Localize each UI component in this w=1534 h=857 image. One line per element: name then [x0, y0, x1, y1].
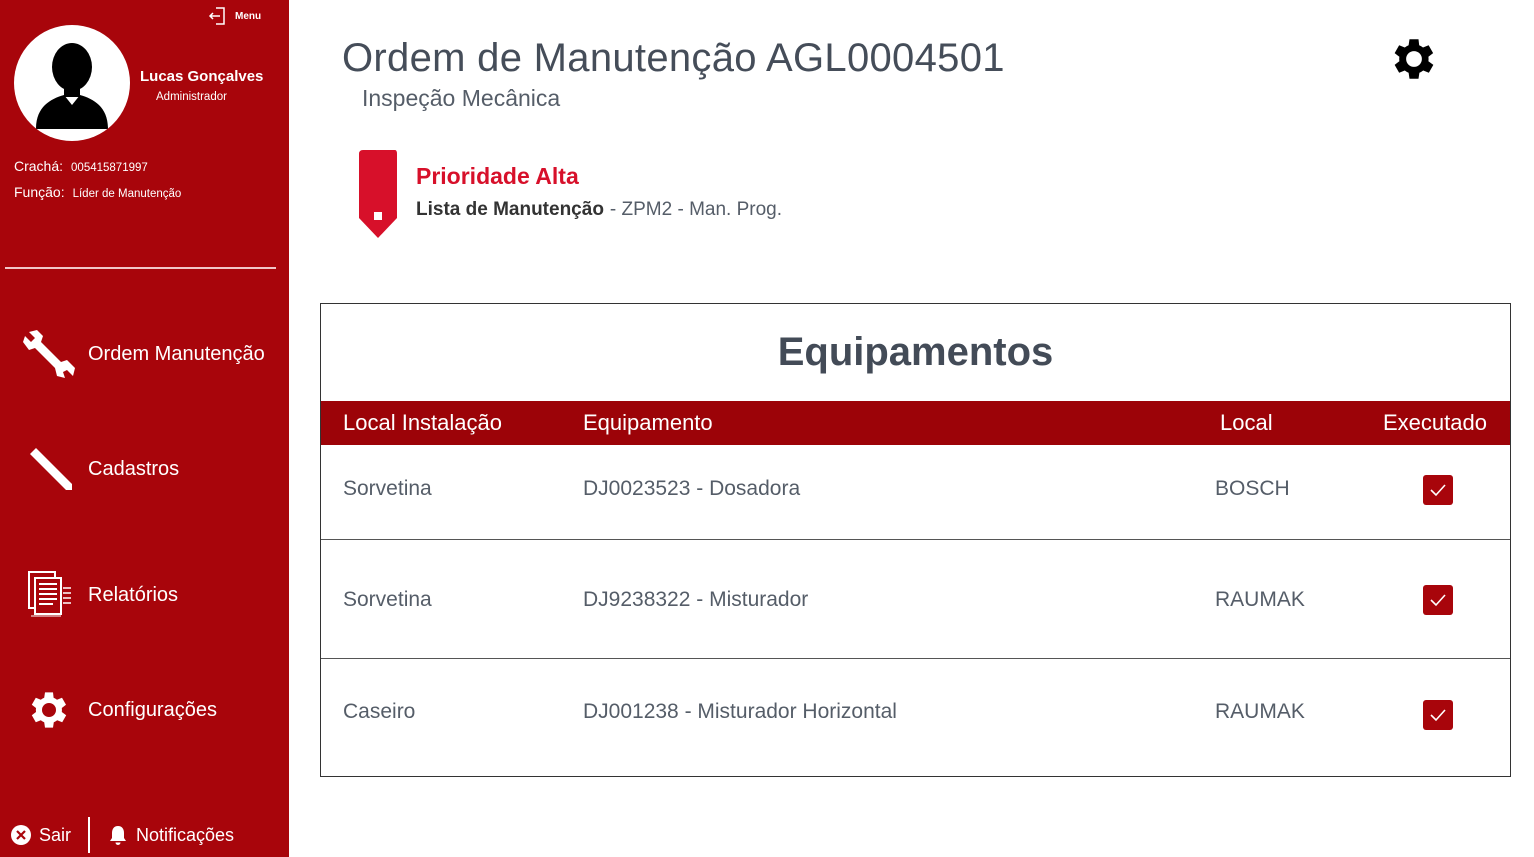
- avatar[interactable]: [14, 25, 130, 141]
- equipment-title: Equipamentos: [777, 330, 1054, 374]
- gear-icon: [18, 679, 80, 741]
- page-title: Ordem de Manutenção AGL0004501: [342, 36, 1005, 80]
- notifications-button[interactable]: Notificações: [107, 824, 234, 846]
- check-icon: [1430, 709, 1446, 722]
- close-circle-icon: [11, 825, 31, 845]
- exit-label: Sair: [39, 824, 72, 845]
- maintenance-list-label: Lista de Manutenção: [416, 199, 604, 220]
- priority-flag-icon: [359, 150, 397, 238]
- sidebar-item-label: Relatórios: [88, 583, 179, 606]
- cell-equipamento: DJ9238322 - Misturador: [583, 588, 809, 611]
- bottom-divider: [88, 817, 91, 853]
- notifications-label: Notificações: [136, 824, 235, 845]
- sidebar-item-relatorios[interactable]: Relatórios: [18, 564, 178, 626]
- table-row[interactable]: Sorvetina DJ9238322 - Misturador RAUMAK: [321, 540, 1510, 659]
- cell-local: RAUMAK: [1215, 700, 1305, 723]
- sidebar-item-label: Configurações: [88, 698, 217, 721]
- table-row[interactable]: Sorvetina DJ0023523 - Dosadora BOSCH: [321, 445, 1510, 540]
- sidebar-item-label: Cadastros: [88, 457, 180, 480]
- sidebar-item-cadastros[interactable]: Cadastros: [18, 438, 179, 500]
- equipment-card: Equipamentos Local Instalação Equipament…: [320, 303, 1511, 777]
- sidebar-bottom-bar: Sair Notificações: [0, 815, 289, 855]
- settings-gear-icon[interactable]: [1387, 32, 1441, 86]
- column-header-executado: Executado: [1383, 410, 1487, 435]
- badge-row: Crachá: 005415871997: [14, 158, 148, 174]
- function-label: Função:: [14, 184, 65, 200]
- cell-equipamento: DJ0023523 - Dosadora: [583, 477, 801, 500]
- cell-local: RAUMAK: [1215, 588, 1305, 611]
- report-icon: [18, 564, 80, 626]
- user-role: Administrador: [156, 91, 227, 103]
- sidebar-divider: [5, 267, 276, 269]
- cell-local-instalacao: Sorvetina: [343, 477, 432, 500]
- check-icon: [1430, 594, 1446, 607]
- badge-label: Crachá:: [14, 158, 64, 174]
- table-row[interactable]: Caseiro DJ001238 - Misturador Horizontal…: [321, 659, 1510, 777]
- executed-checkbox[interactable]: [1423, 585, 1453, 615]
- equipment-table-header: Local Instalação Equipamento Local Execu…: [321, 401, 1510, 445]
- sidebar-item-ordem-manutencao[interactable]: Ordem Manutenção: [18, 323, 265, 385]
- cell-local-instalacao: Caseiro: [343, 700, 416, 723]
- executed-checkbox[interactable]: [1423, 475, 1453, 505]
- bell-icon: [110, 826, 127, 845]
- sidebar-item-configuracoes[interactable]: Configurações: [18, 679, 217, 741]
- menu-label: Menu: [235, 10, 262, 22]
- pencil-icon: [18, 438, 80, 500]
- sidebar: Menu Lucas Gonçalves Administrador Crach…: [0, 0, 289, 857]
- column-header-local: Local: [1220, 410, 1273, 435]
- function-row: Função: Líder de Manutenção: [14, 184, 181, 200]
- menu-toggle-button[interactable]: Menu: [207, 5, 261, 27]
- badge-value: 005415871997: [71, 162, 148, 174]
- exit-button[interactable]: Sair: [10, 824, 71, 846]
- cell-local: BOSCH: [1215, 477, 1290, 500]
- maintenance-list-line: Lista de Manutenção - ZPM2 - Man. Prog.: [416, 199, 782, 221]
- check-icon: [1430, 484, 1446, 497]
- page-subtitle: Inspeção Mecânica: [362, 85, 561, 111]
- function-value: Líder de Manutenção: [72, 188, 182, 200]
- user-name: Lucas Gonçalves: [140, 68, 264, 85]
- logout-arrow-icon: [208, 7, 225, 25]
- executed-checkbox[interactable]: [1423, 700, 1453, 730]
- column-header-equipamento: Equipamento: [583, 410, 713, 435]
- maintenance-list-value: - ZPM2 - Man. Prog.: [609, 199, 783, 220]
- wrench-icon: [18, 323, 80, 385]
- priority-title: Prioridade Alta: [416, 163, 579, 189]
- user-silhouette-icon: [36, 43, 108, 129]
- sidebar-item-label: Ordem Manutenção: [88, 342, 265, 365]
- cell-local-instalacao: Sorvetina: [343, 588, 432, 611]
- cell-equipamento: DJ001238 - Misturador Horizontal: [583, 700, 897, 723]
- column-header-local-instalacao: Local Instalação: [343, 410, 502, 435]
